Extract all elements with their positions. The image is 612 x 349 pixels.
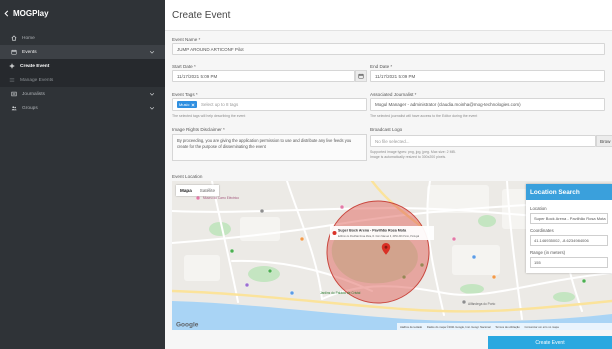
location-label: Location — [530, 206, 547, 211]
terms-link[interactable]: Termos de utilização — [495, 325, 520, 329]
sidebar-item-groups[interactable]: Groups — [0, 101, 165, 115]
event-tags-input[interactable]: Music Select up to 8 tags — [172, 98, 367, 111]
list-icon — [9, 77, 15, 83]
location-value: Super Bock Arena - Pavilhão Rosa Mota — [534, 216, 606, 221]
place-info-icon — [332, 231, 337, 235]
location-search-body: Location Super Bock Arena - Pavilhão Ros… — [526, 200, 612, 273]
sidebar-item-label: Manage Events — [20, 77, 54, 83]
coordinates-value: 41.146935002, -8.6234984006 — [534, 238, 589, 243]
tag-remove-icon[interactable] — [191, 103, 195, 107]
sidebar-item-label: Journalists — [22, 91, 45, 97]
chevron-down-icon[interactable] — [149, 49, 155, 55]
sidebar-nav: Home Events Create Event Manage Events J… — [0, 31, 165, 115]
page-title: Create Event — [172, 10, 231, 21]
end-date-input[interactable]: 11/17/2021 5:09 PM — [370, 70, 605, 82]
sidebar-item-events[interactable]: Events — [0, 45, 165, 59]
broadcast-logo-help: Image is automatically resized to 300x20… — [370, 155, 447, 159]
range-value: 155 — [534, 260, 541, 265]
end-date-value: 11/17/2021 5:09 PM — [375, 73, 416, 79]
google-logo: Google — [176, 322, 199, 329]
report-error-link[interactable]: Comunicar um erro no mapa — [525, 325, 560, 329]
range-label: Range (in meters) — [530, 250, 566, 255]
calendar-icon — [358, 73, 364, 79]
broadcast-logo-help: Supported image types: png, jpg, jpeg. M… — [370, 150, 456, 154]
sidebar-item-create-event[interactable]: Create Event — [0, 59, 165, 73]
event-name-value: JUMP AROUND ARTICONF Pilot — [177, 46, 244, 52]
end-date-label: End Date * — [370, 64, 393, 69]
event-tags-label: Event Tags * — [172, 92, 198, 97]
range-circle — [326, 200, 430, 304]
journalist-value: Mogul Manager - administrator (claudia.m… — [375, 102, 521, 107]
location-search-panel: Location Search Location Super Bock Aren… — [526, 184, 612, 273]
broadcast-logo-input[interactable]: No file selected... — [370, 135, 596, 147]
map-data-credit: Dados do mapa ©2021 Google, Inst. Geogr.… — [427, 325, 491, 329]
journalist-select[interactable]: Mogul Manager - administrator (claudia.m… — [370, 98, 605, 111]
chevron-left-icon[interactable] — [3, 10, 10, 17]
browse-button[interactable]: Brow — [596, 135, 612, 147]
disclaimer-textarea[interactable]: By proceeding, you are giving the applic… — [172, 134, 367, 161]
map-place-name[interactable]: Alfândega do Porto — [468, 302, 496, 306]
map-place-name[interactable]: Jardins do Palácio de Cristal — [320, 291, 361, 295]
plus-icon — [9, 63, 15, 69]
start-date-calendar-button[interactable] — [355, 70, 367, 82]
map-attribution: Atalhos de teclado Dados do mapa ©2021 G… — [397, 323, 612, 330]
map-type-control: Mapa Satélite — [176, 185, 220, 196]
create-event-button[interactable]: Create Event — [488, 336, 612, 349]
event-tags-placeholder: Select up to 8 tags — [200, 102, 239, 107]
app-title: MOGPlay — [13, 8, 49, 18]
page-header: Create Event — [165, 0, 612, 31]
brand-header[interactable]: MOGPlay — [3, 6, 49, 20]
broadcast-logo-value: No file selected... — [375, 138, 410, 144]
map-type-satellite-button[interactable]: Satélite — [196, 185, 219, 196]
event-location-label: Event Location — [172, 174, 203, 179]
sidebar-item-manage-events[interactable]: Manage Events — [0, 73, 165, 87]
tag-label: Music — [179, 102, 190, 107]
users-icon — [11, 105, 17, 111]
place-label[interactable]: Super Bock Arena - Pavilhão Rosa Mota Ed… — [330, 226, 434, 240]
place-address: Edifício do Pavilhão Rosa Mota, R. Dom M… — [338, 235, 420, 238]
home-icon — [11, 35, 17, 41]
range-input[interactable]: 155 — [530, 257, 608, 268]
calendar-icon — [11, 49, 17, 55]
event-name-label: Event Name * — [172, 37, 201, 42]
disclaimer-label: Image Rights Disclaimer * — [172, 127, 225, 132]
start-date-input[interactable]: 11/17/2021 5:09 PM — [172, 70, 355, 82]
journalist-help: The selected journalist will have access… — [370, 114, 478, 118]
start-date-label: Start Date * — [172, 64, 196, 69]
map-place-name[interactable]: Museu do Carro Eléctrico — [203, 196, 239, 200]
coordinates-label: Coordinates — [530, 228, 554, 233]
event-tags-help: The selected tags will help describing t… — [172, 114, 246, 118]
main-content: Create Event Event Name * JUMP AROUND AR… — [165, 0, 612, 349]
sidebar-item-label: Events — [22, 49, 37, 55]
newspaper-icon — [11, 91, 17, 97]
sidebar-item-label: Home — [22, 35, 35, 41]
journalist-label: Associated Journalist * — [370, 92, 417, 97]
sidebar: MOGPlay Home Events Create Event Manage … — [0, 0, 165, 349]
chevron-down-icon[interactable] — [149, 91, 155, 97]
location-search-title: Location Search — [526, 184, 612, 200]
coordinates-input[interactable]: 41.146935002, -8.6234984006 — [530, 235, 608, 246]
sidebar-item-label: Create Event — [20, 63, 50, 69]
keyboard-shortcuts-link[interactable]: Atalhos de teclado — [400, 325, 423, 329]
start-date-value: 11/17/2021 5:09 PM — [177, 73, 218, 79]
map-type-map-button[interactable]: Mapa — [176, 185, 196, 196]
event-name-input[interactable]: JUMP AROUND ARTICONF Pilot — [172, 43, 605, 55]
sidebar-item-home[interactable]: Home — [0, 31, 165, 45]
place-title: Super Bock Arena - Pavilhão Rosa Mota — [338, 229, 407, 233]
chevron-down-icon[interactable] — [149, 105, 155, 111]
sidebar-item-journalists[interactable]: Journalists — [0, 87, 165, 101]
tag-chip[interactable]: Music — [177, 101, 197, 108]
location-input[interactable]: Super Bock Arena - Pavilhão Rosa Mota — [530, 213, 608, 224]
broadcast-logo-label: Broadcast Logo — [370, 127, 403, 132]
sidebar-item-label: Groups — [22, 105, 38, 111]
